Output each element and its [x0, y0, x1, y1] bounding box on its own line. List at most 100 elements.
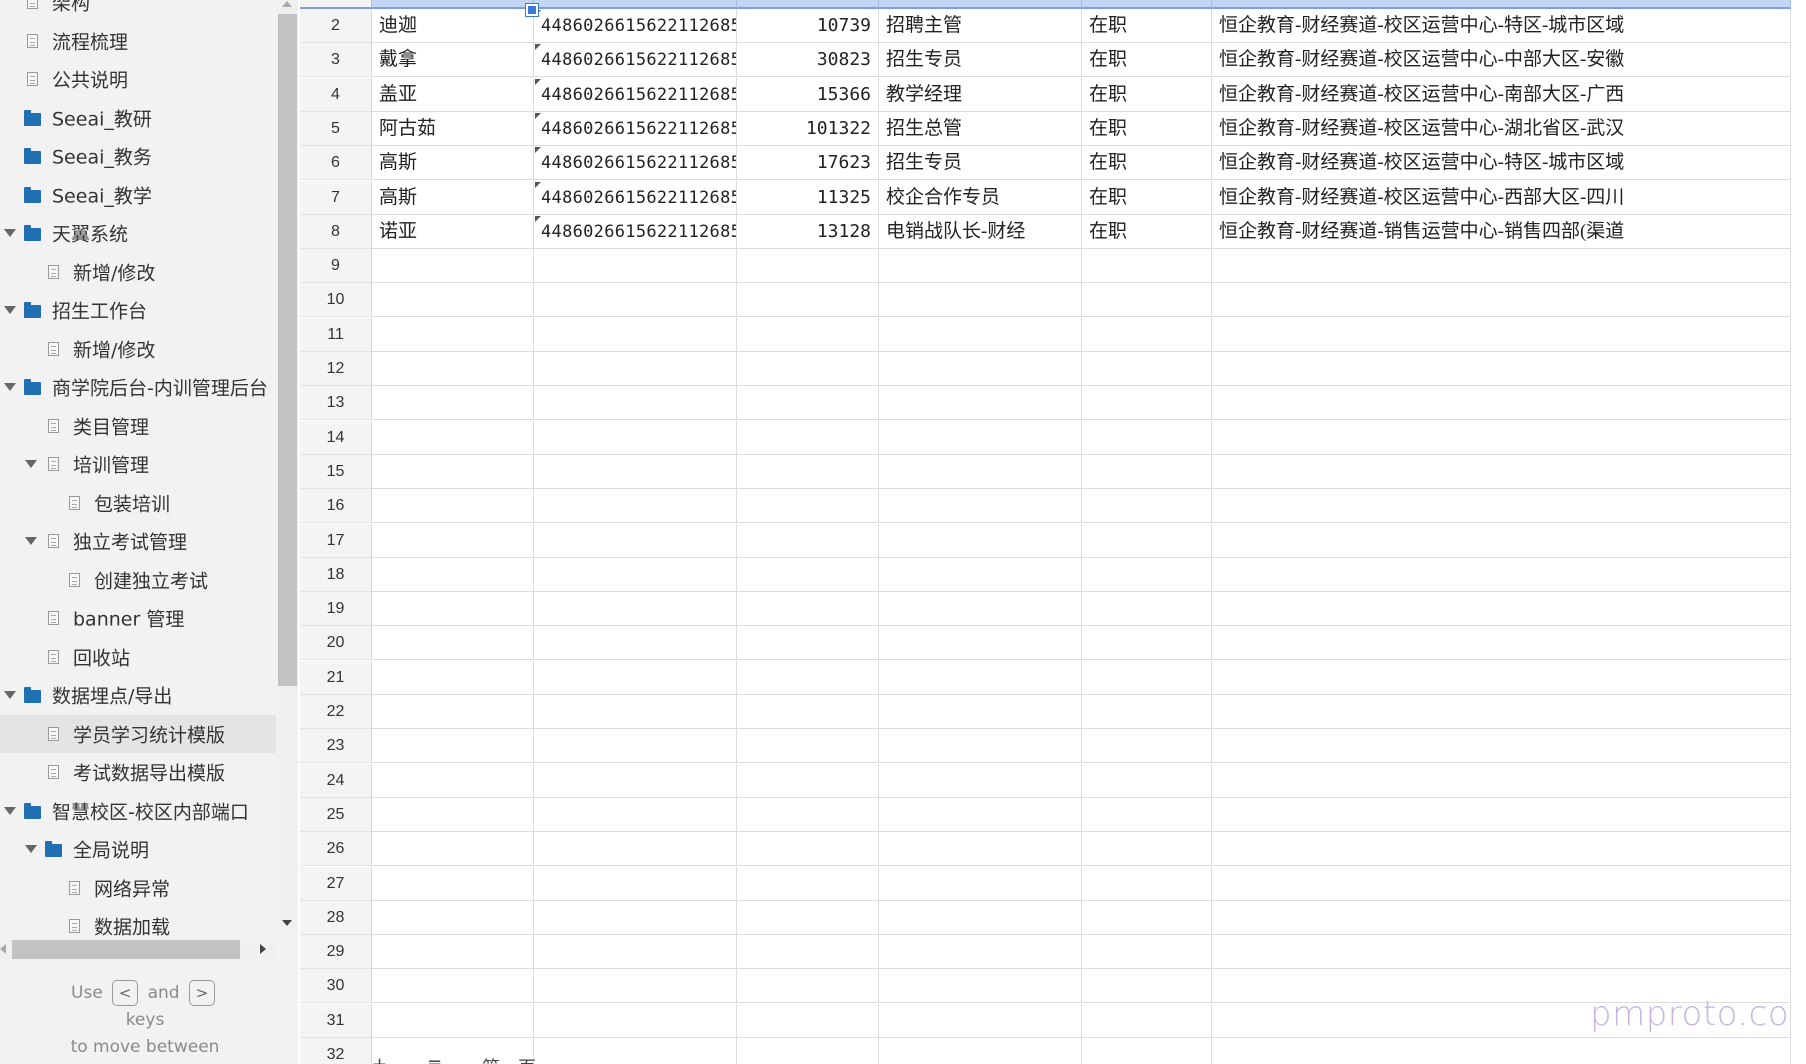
table-cell-name[interactable]: 盖亚 — [372, 77, 534, 112]
caret-down-icon[interactable] — [4, 306, 16, 314]
table-cell-position[interactable] — [879, 454, 1082, 489]
table-cell-dept[interactable]: 恒企教育-财经赛道-校区运营中心-特区-城市区域 — [1212, 146, 1791, 181]
tree-item[interactable]: Seeai_教务 — [0, 137, 276, 175]
column-header[interactable] — [1082, 0, 1212, 9]
table-cell-status[interactable] — [1082, 283, 1212, 318]
table-cell-salary[interactable]: 15366 — [737, 77, 879, 112]
table-cell-name[interactable] — [372, 935, 534, 970]
table-cell-dept[interactable] — [1212, 866, 1791, 901]
table-cell-name[interactable] — [372, 249, 534, 284]
table-cell-position[interactable] — [879, 523, 1082, 558]
row-number[interactable]: 22 — [300, 695, 372, 729]
table-cell-position[interactable]: 电销战队长-财经 — [879, 214, 1082, 249]
table-cell-id[interactable]: 4486026615622112685 — [534, 111, 737, 146]
table-cell-position[interactable] — [879, 969, 1082, 1004]
table-cell-id[interactable] — [534, 969, 737, 1004]
table-cell-salary[interactable] — [737, 695, 879, 729]
table-cell-dept[interactable] — [1212, 283, 1791, 318]
scroll-left-arrow-icon[interactable] — [0, 944, 6, 954]
table-cell-position[interactable] — [879, 935, 1082, 970]
table-cell-dept[interactable] — [1212, 935, 1791, 970]
table-cell-salary[interactable] — [737, 626, 879, 661]
selection-fill-handle[interactable] — [525, 3, 539, 17]
table-cell-status[interactable] — [1082, 249, 1212, 284]
column-header[interactable] — [879, 0, 1082, 9]
horizontal-scroll-thumb[interactable] — [12, 940, 240, 959]
corner-header[interactable] — [300, 0, 372, 9]
table-cell-name[interactable] — [372, 832, 534, 867]
table-cell-position[interactable] — [879, 489, 1082, 524]
table-cell-dept[interactable] — [1212, 489, 1791, 524]
table-cell-status[interactable]: 在职 — [1082, 111, 1212, 146]
tree-item[interactable]: 商学院后台-内训管理后台 — [0, 368, 276, 406]
table-cell-dept[interactable] — [1212, 249, 1791, 284]
row-number[interactable]: 25 — [300, 797, 372, 832]
row-number[interactable]: 8 — [300, 214, 372, 249]
row-number[interactable]: 17 — [300, 523, 372, 558]
scroll-up-arrow-icon[interactable] — [282, 1, 292, 7]
table-cell-status[interactable] — [1082, 489, 1212, 524]
table-cell-status[interactable]: 在职 — [1082, 9, 1212, 43]
table-cell-status[interactable] — [1082, 1003, 1212, 1038]
table-cell-dept[interactable] — [1212, 317, 1791, 352]
table-cell-status[interactable] — [1082, 935, 1212, 970]
table-cell-position[interactable]: 校企合作专员 — [879, 180, 1082, 215]
table-cell-id[interactable] — [534, 797, 737, 832]
caret-down-icon[interactable] — [25, 537, 37, 545]
table-cell-status[interactable]: 在职 — [1082, 77, 1212, 112]
table-cell-id[interactable] — [534, 660, 737, 695]
table-cell-id[interactable] — [534, 283, 737, 318]
tree-item[interactable]: 创建独立考试 — [0, 561, 276, 599]
table-cell-position[interactable] — [879, 763, 1082, 798]
tree-item[interactable]: 独立考试管理 — [0, 522, 276, 560]
row-number[interactable]: 10 — [300, 283, 372, 318]
table-cell-salary[interactable] — [737, 249, 879, 284]
table-cell-status[interactable] — [1082, 832, 1212, 867]
table-cell-id[interactable] — [534, 1003, 737, 1038]
table-cell-dept[interactable]: 恒企教育-财经赛道-校区运营中心-南部大区-广西 — [1212, 77, 1791, 112]
row-number[interactable]: 6 — [300, 146, 372, 181]
table-cell-dept[interactable] — [1212, 626, 1791, 661]
table-cell-salary[interactable] — [737, 592, 879, 627]
table-cell-status[interactable] — [1082, 660, 1212, 695]
table-cell-id[interactable] — [534, 557, 737, 592]
table-cell-dept[interactable] — [1212, 386, 1791, 421]
table-cell-id[interactable] — [534, 729, 737, 764]
row-number[interactable]: 15 — [300, 454, 372, 489]
table-cell-name[interactable] — [372, 557, 534, 592]
row-number[interactable]: 13 — [300, 386, 372, 421]
table-cell-position[interactable] — [879, 249, 1082, 284]
table-cell-name[interactable] — [372, 352, 534, 386]
table-cell-name[interactable] — [372, 420, 534, 455]
table-cell-position[interactable] — [879, 592, 1082, 627]
sheet-tab[interactable]: 第一页 — [482, 1054, 536, 1064]
tree-item[interactable]: banner 管理 — [0, 599, 276, 637]
table-cell-name[interactable] — [372, 283, 534, 318]
table-cell-position[interactable]: 招生总管 — [879, 111, 1082, 146]
table-cell-salary[interactable] — [737, 523, 879, 558]
table-cell-id[interactable] — [534, 249, 737, 284]
tree-item[interactable]: 学员学习统计模版 — [0, 714, 276, 753]
row-number[interactable]: 3 — [300, 43, 372, 78]
tree-item[interactable]: 全局说明 — [0, 830, 276, 868]
table-cell-id[interactable] — [534, 935, 737, 970]
table-cell-position[interactable] — [879, 557, 1082, 592]
table-cell-salary[interactable] — [737, 763, 879, 798]
table-cell-position[interactable]: 招生专员 — [879, 43, 1082, 78]
table-cell-status[interactable] — [1082, 900, 1212, 935]
row-number[interactable]: 32 — [300, 1038, 372, 1064]
row-number[interactable]: 7 — [300, 180, 372, 215]
caret-down-icon[interactable] — [4, 691, 16, 699]
table-cell-name[interactable] — [372, 592, 534, 627]
table-cell-name[interactable]: 阿古茹 — [372, 111, 534, 146]
table-cell-salary[interactable] — [737, 1003, 879, 1038]
table-cell-name[interactable] — [372, 1003, 534, 1038]
table-cell-salary[interactable] — [737, 729, 879, 764]
table-cell-salary[interactable] — [737, 900, 879, 935]
table-cell-salary[interactable] — [737, 489, 879, 524]
table-cell-status[interactable] — [1082, 592, 1212, 627]
table-cell-position[interactable] — [879, 626, 1082, 661]
table-cell-name[interactable] — [372, 489, 534, 524]
row-number[interactable]: 9 — [300, 249, 372, 284]
tree-item[interactable]: 智慧校区-校区内部端口 — [0, 792, 276, 830]
